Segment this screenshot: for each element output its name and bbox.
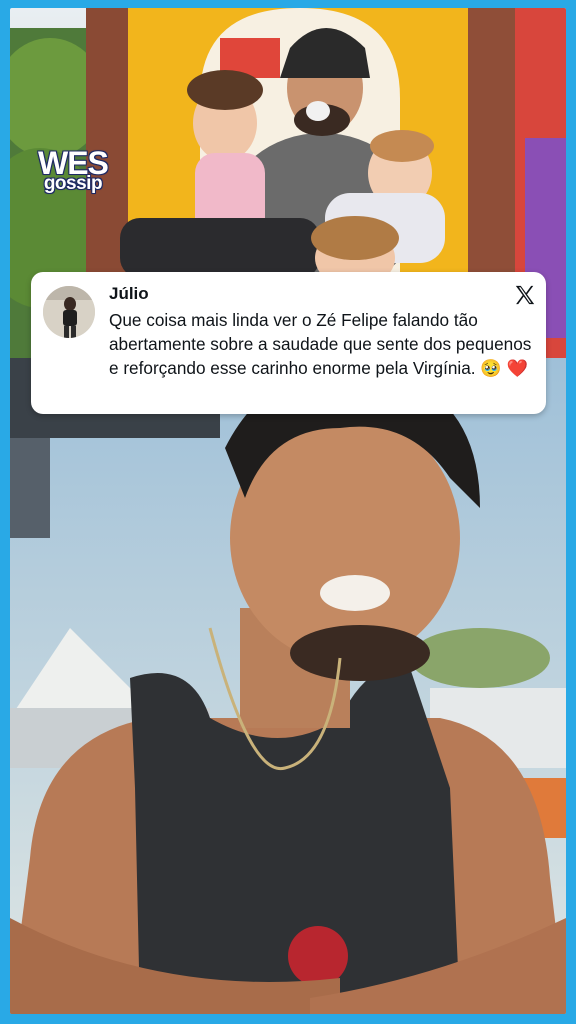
author-name[interactable]: Júlio <box>109 284 149 304</box>
tweet-text: Que coisa mais linda ver o Zé Felipe fal… <box>109 310 532 378</box>
wes-gossip-logo: WES gossip <box>38 147 109 195</box>
x-logo-icon[interactable] <box>514 284 536 306</box>
bottom-photo <box>10 358 566 1014</box>
logo-line-2: gossip <box>43 173 103 195</box>
tweet-card[interactable]: Júlio Que coisa mais linda ver o Zé Feli… <box>31 272 546 414</box>
author-avatar[interactable] <box>43 286 95 338</box>
bottom-photo-illustration <box>10 358 566 1014</box>
avatar-image <box>43 286 95 338</box>
post-frame: WES gossip <box>10 8 566 1014</box>
